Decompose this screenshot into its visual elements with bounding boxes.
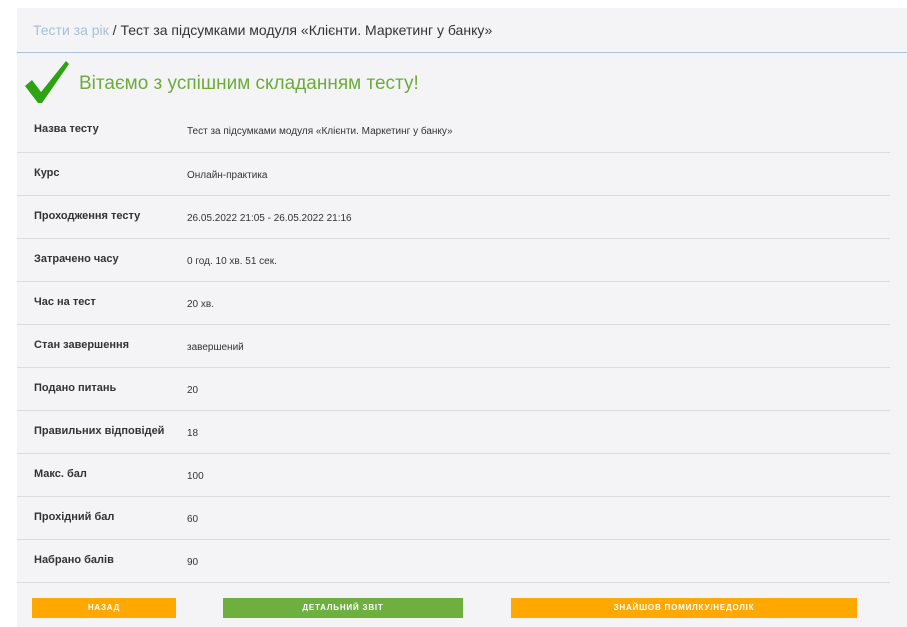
detail-row: Назва тесту Тест за підсумками модуля «Кл… (17, 109, 890, 152)
detail-value: 0 год. 10 хв. 51 сек. (187, 255, 277, 267)
detail-label: Набрано балів (34, 553, 114, 566)
detail-label: Курс (34, 166, 60, 179)
detail-label: Затрачено часу (34, 252, 119, 265)
detail-row: Стан завершення завершений (17, 324, 890, 367)
detail-row: Курс Онлайн-практика (17, 152, 890, 195)
detail-label: Проходження тесту (34, 209, 141, 222)
detail-value: 20 хв. (187, 298, 214, 310)
action-buttons: Назад Детальний звіт Знайшов помилку/нед… (17, 598, 907, 618)
detail-value: 26.05.2022 21:05 - 26.05.2022 21:16 (187, 212, 352, 224)
detail-row: Макс. бал 100 (17, 453, 890, 496)
breadcrumb-separator: / (108, 22, 121, 38)
detail-value: 20 (187, 384, 199, 396)
detail-label: Правильних відповідей (34, 424, 165, 437)
detail-value: 60 (187, 513, 199, 525)
detail-label: Макс. бал (34, 467, 87, 480)
detail-label: Прохідний бал (34, 510, 115, 523)
success-message: Вітаємо з успішним складанням тесту! (79, 73, 419, 94)
detail-row: Правильних відповідей 18 (17, 410, 890, 453)
success-banner: Вітаємо з успішним складанням тесту! (17, 53, 907, 109)
test-result-page: Тести за рік / Тест за підсумками модуля… (17, 8, 907, 627)
detail-label: Подано питань (34, 381, 117, 394)
detail-value: Онлайн-практика (187, 169, 268, 181)
detail-row: Подано питань 20 (17, 367, 890, 410)
breadcrumb-link-tests[interactable]: Тести за рік (33, 22, 109, 38)
test-details-table: Назва тесту Тест за підсумками модуля «Кл… (17, 109, 890, 583)
checkmark-icon (25, 61, 69, 103)
detail-row: Прохідний бал 60 (17, 496, 890, 539)
breadcrumb: Тести за рік / Тест за підсумками модуля… (17, 8, 907, 53)
detail-row: Набрано балів 90 (17, 539, 890, 582)
back-button[interactable]: Назад (32, 598, 176, 618)
detail-row: Проходження тесту 26.05.2022 21:05 - 26.0… (17, 195, 890, 238)
detail-row: Час на тест 20 хв. (17, 281, 890, 324)
detail-label: Стан завершення (34, 338, 130, 351)
detail-value: 90 (187, 556, 199, 568)
detail-value: Тест за підсумками модуля «Клієнти. Марк… (187, 126, 453, 137)
detail-label: Назва тесту (34, 123, 99, 135)
detailed-report-button[interactable]: Детальний звіт (223, 598, 463, 618)
report-bug-button[interactable]: Знайшов помилку/недолік (511, 598, 857, 618)
detail-value: завершений (187, 341, 244, 353)
detail-value: 100 (187, 470, 204, 482)
breadcrumb-current: Тест за підсумками модуля «Клієнти. Марк… (120, 22, 493, 38)
detail-label: Час на тест (34, 295, 96, 308)
detail-row: Затрачено часу 0 год. 10 хв. 51 сек. (17, 238, 890, 281)
detail-value: 18 (187, 427, 199, 439)
